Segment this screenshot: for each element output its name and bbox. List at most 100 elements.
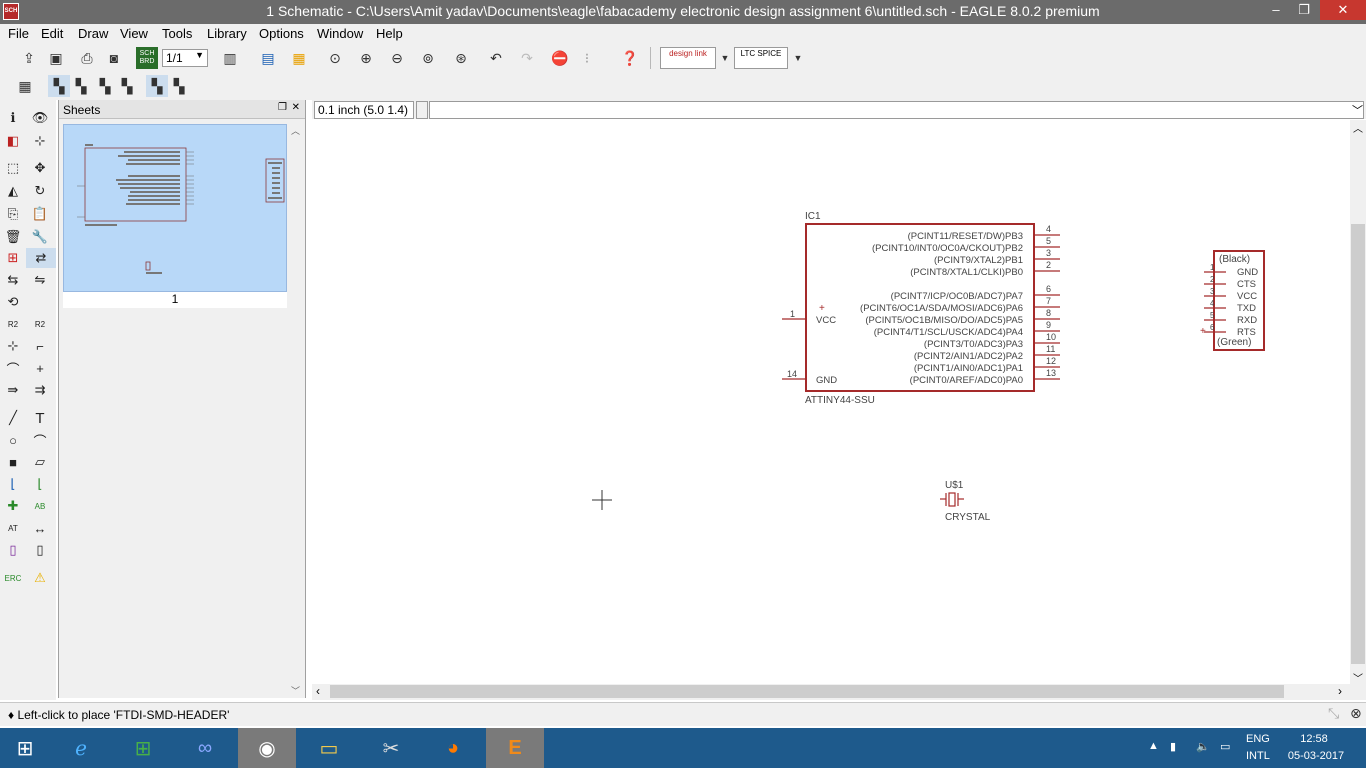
stop-icon[interactable]: ⛔ — [549, 47, 571, 69]
help-icon[interactable]: ❓ — [619, 47, 641, 69]
language-top[interactable]: ENG — [1246, 733, 1270, 745]
mirror-icon[interactable]: ◭ — [2, 181, 24, 201]
mark-icon[interactable]: ⊹ — [29, 131, 51, 151]
wire-icon[interactable]: ╱ — [2, 408, 24, 428]
warning-icon[interactable]: ⚠ — [29, 568, 51, 588]
command-input[interactable] — [429, 101, 1364, 119]
menu-draw[interactable]: Draw — [78, 26, 108, 41]
firefox-icon[interactable]: ◕ — [424, 728, 482, 768]
menu-window[interactable]: Window — [317, 26, 363, 41]
replace-icon[interactable]: ⇄ — [26, 248, 56, 268]
miter-icon[interactable]: ⌐ — [29, 336, 51, 356]
menu-view[interactable]: View — [120, 26, 148, 41]
chevron-down-icon[interactable]: ﹀ — [1352, 102, 1363, 118]
chevron-up-icon[interactable]: ︿ — [291, 124, 300, 137]
frame-icon[interactable]: ▯ — [2, 540, 24, 560]
redo-icon[interactable]: ↷ — [516, 47, 538, 69]
sheets-scrollbar[interactable]: ︿ ﹀ — [291, 124, 303, 696]
menu-help[interactable]: Help — [376, 26, 403, 41]
close-panel-icon[interactable]: ✕ — [292, 102, 300, 113]
circle-icon[interactable]: ○ — [2, 430, 24, 450]
move-icon[interactable]: ✥ — [29, 158, 51, 178]
save-icon[interactable]: ▣ — [45, 47, 67, 69]
paint-icon[interactable]: ✂ — [362, 728, 420, 768]
arc-icon[interactable]: ⌒ — [29, 430, 51, 450]
layout-4-icon[interactable]: ▚ — [116, 75, 138, 97]
chrome-icon[interactable]: ◉ — [238, 728, 296, 768]
paste-icon[interactable]: 📋 — [29, 204, 51, 224]
horizontal-scroll-thumb[interactable] — [330, 685, 1284, 698]
print-icon[interactable]: ⎙ — [76, 47, 98, 69]
store-icon[interactable]: ⊞ — [114, 728, 172, 768]
show-icon[interactable]: 👁 — [29, 108, 51, 128]
gateswap-icon[interactable]: ⇋ — [29, 270, 51, 290]
dimension-arrow-icon[interactable]: ↔ — [29, 518, 51, 538]
invoke-icon[interactable]: ⟲ — [2, 292, 24, 312]
chevron-up-icon[interactable]: ︿ — [1353, 120, 1363, 135]
split-icon[interactable]: ⌒ — [2, 358, 24, 378]
undo-icon[interactable]: ↶ — [485, 47, 507, 69]
grid-icon[interactable]: ▦ — [14, 75, 36, 97]
group-icon[interactable]: ⬚ — [2, 158, 24, 178]
zoom-select-icon[interactable]: ⊛ — [450, 47, 472, 69]
label-icon[interactable]: AB — [29, 496, 51, 516]
ltspice-button[interactable]: LTC SPICE — [734, 47, 788, 69]
chevron-down-icon[interactable]: ﹀ — [1353, 670, 1363, 685]
schematic-canvas[interactable]: IC1 ATTINY44-SSU + 1 VCC 14 GND 4 (PCINT1… — [312, 120, 1350, 684]
chevron-right-icon[interactable]: › — [1338, 684, 1342, 698]
open-icon[interactable]: ⇪ — [18, 47, 40, 69]
ulp-icon[interactable]: ▦ — [288, 47, 310, 69]
file-explorer-icon[interactable]: ▭ — [300, 728, 358, 768]
pinswap-icon[interactable]: ⇆ — [2, 270, 24, 290]
clock-time[interactable]: 12:58 — [1290, 733, 1338, 745]
cam-icon[interactable]: ◙ — [103, 47, 125, 69]
chevron-down-icon[interactable]: ▼ — [714, 47, 736, 69]
windows-start-icon[interactable]: ⊞ — [0, 728, 50, 768]
polygon-icon[interactable]: ▱ — [29, 452, 51, 472]
volume-icon[interactable]: 🔈 — [1196, 740, 1210, 753]
change-icon[interactable]: 🔧 — [29, 227, 51, 247]
chevron-left-icon[interactable]: ‹ — [316, 684, 320, 698]
zoom-out-icon[interactable]: ⊖ — [386, 47, 408, 69]
delete-icon[interactable]: 🗑 — [2, 227, 24, 247]
minimize-button[interactable]: – — [1262, 0, 1290, 20]
vertical-scroll-thumb[interactable] — [1351, 224, 1365, 664]
battery-icon[interactable]: ▭ — [1220, 740, 1230, 753]
dimension-icon[interactable]: ⇉ — [29, 380, 51, 400]
internet-explorer-icon[interactable]: ℯ — [52, 728, 110, 768]
language-bottom[interactable]: INTL — [1246, 750, 1270, 762]
chevron-down-icon[interactable]: ﹀ — [291, 684, 300, 697]
net-icon[interactable]: ⌊ — [29, 474, 51, 494]
design-link-button[interactable]: design link — [660, 47, 716, 69]
erc-icon[interactable]: ERC — [2, 568, 24, 588]
close-button[interactable]: ✕ — [1320, 0, 1366, 20]
command-history-button[interactable] — [416, 101, 428, 119]
attribute-text-icon[interactable]: AT — [2, 518, 24, 538]
layout-6-icon[interactable]: ▚ — [168, 75, 190, 97]
sch-brd-switch-icon[interactable]: SCH BRD — [136, 47, 158, 69]
display-icon[interactable]: ◧ — [2, 131, 24, 151]
infinity-app-icon[interactable]: ∞ — [176, 728, 234, 768]
smash-icon[interactable]: ⊹ — [2, 336, 24, 356]
menu-edit[interactable]: Edit — [41, 26, 63, 41]
bus-icon[interactable]: ⌊ — [2, 474, 24, 494]
info-icon[interactable]: ℹ — [2, 108, 24, 128]
add-icon[interactable]: ⊞ — [2, 248, 24, 268]
attribute-icon[interactable]: ⇛ — [2, 380, 24, 400]
text-icon[interactable]: T — [29, 408, 51, 428]
horizontal-scrollbar[interactable]: ‹ › — [312, 684, 1366, 700]
menu-file[interactable]: File — [8, 26, 29, 41]
name-icon[interactable]: R2 — [2, 314, 24, 334]
eagle-icon[interactable]: E — [486, 728, 544, 768]
float-panel-icon[interactable]: ❐ — [278, 102, 287, 113]
sheet-thumbnail[interactable] — [63, 124, 287, 292]
zoom-in-icon[interactable]: ⊕ — [355, 47, 377, 69]
copy-icon[interactable]: ⎘ — [2, 204, 24, 224]
optimize-icon[interactable]: + — [29, 358, 51, 378]
layout-3-icon[interactable]: ▚ — [94, 75, 116, 97]
clock-date[interactable]: 05-03-2017 — [1286, 750, 1346, 762]
junction-icon[interactable]: ✚ — [2, 496, 24, 516]
layout-5-icon[interactable]: ▚ — [146, 75, 168, 97]
menu-tools[interactable]: Tools — [162, 26, 192, 41]
module-icon[interactable]: ▯ — [29, 540, 51, 560]
